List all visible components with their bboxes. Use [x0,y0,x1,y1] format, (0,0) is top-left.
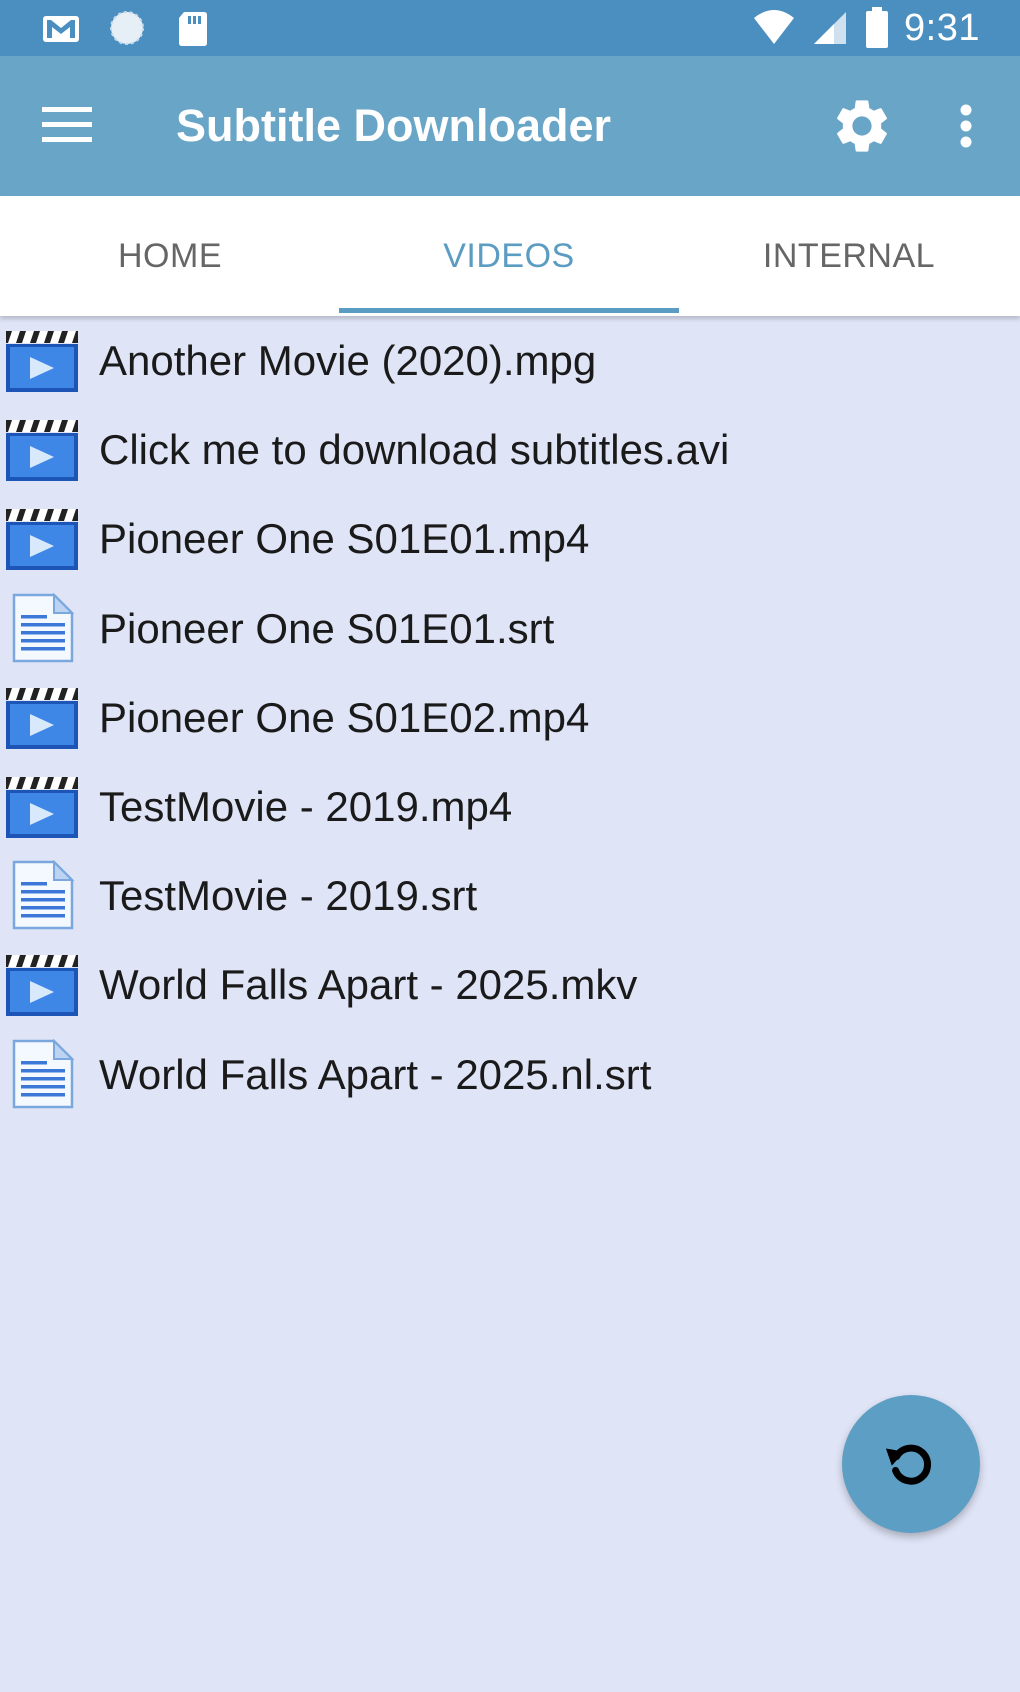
file-name: TestMovie - 2019.mp4 [99,782,513,830]
text-document-icon [12,1038,75,1108]
status-time: 9:31 [904,6,980,49]
signal-icon [814,12,847,44]
active-tab-indicator [339,308,679,313]
tab-home[interactable]: HOME [0,196,340,316]
list-item[interactable]: Pioneer One S01E01.srt [0,584,1020,673]
file-name: Pioneer One S01E02.mp4 [99,693,590,741]
video-file-icon [6,509,78,571]
app-bar: Subtitle Downloader [0,56,1020,196]
video-file-icon [6,776,78,838]
file-name: Pioneer One S01E01.mp4 [99,515,590,563]
list-item[interactable]: Pioneer One S01E02.mp4 [0,673,1020,762]
list-item[interactable]: TestMovie - 2019.mp4 [0,762,1020,851]
settings-button[interactable] [826,90,898,162]
more-vert-icon [960,104,972,148]
refresh-button[interactable] [842,1395,980,1533]
video-file-icon [6,420,78,482]
video-file-icon [6,331,78,392]
gear-icon [837,100,887,152]
list-item[interactable]: World Falls Apart - 2025.nl.srt [0,1030,1020,1119]
video-file-icon [6,687,78,749]
overflow-menu-button[interactable] [940,90,992,162]
list-item[interactable]: Another Movie (2020).mpg [0,316,1020,405]
file-name: Pioneer One S01E01.srt [99,604,555,652]
app-title: Subtitle Downloader [176,100,612,151]
battery-icon [866,7,889,48]
list-item[interactable]: Click me to download subtitles.avi [0,405,1020,494]
file-name: Click me to download subtitles.avi [99,426,730,474]
text-document-icon [12,860,75,930]
list-item[interactable]: World Falls Apart - 2025.mkv [0,940,1020,1029]
video-file-icon [6,955,78,1017]
refresh-icon [885,1444,932,1485]
status-right-icons: 9:31 [752,6,980,50]
status-left-icons [40,8,214,48]
file-name: World Falls Apart - 2025.nl.srt [99,1050,652,1098]
menu-button[interactable] [34,92,100,158]
wifi-icon [754,10,795,44]
file-name: World Falls Apart - 2025.mkv [99,961,638,1009]
sync-icon [110,11,144,45]
file-list: Another Movie (2020).mpg Click me to dow… [0,316,1020,1119]
status-bar: 9:31 [0,0,1020,56]
gmail-icon [43,16,79,42]
tab-bar: HOME VIDEOS INTERNAL [0,196,1020,316]
file-name: Another Movie (2020).mpg [99,337,597,384]
tab-internal[interactable]: INTERNAL [679,196,1019,316]
tab-videos[interactable]: VIDEOS [339,196,679,316]
list-item[interactable]: Pioneer One S01E01.mp4 [0,494,1020,583]
sd-card-icon [179,12,207,46]
hamburger-menu-icon [42,107,92,142]
list-item[interactable]: TestMovie - 2019.srt [0,851,1020,940]
text-document-icon [12,592,75,662]
file-name: TestMovie - 2019.srt [99,872,478,920]
